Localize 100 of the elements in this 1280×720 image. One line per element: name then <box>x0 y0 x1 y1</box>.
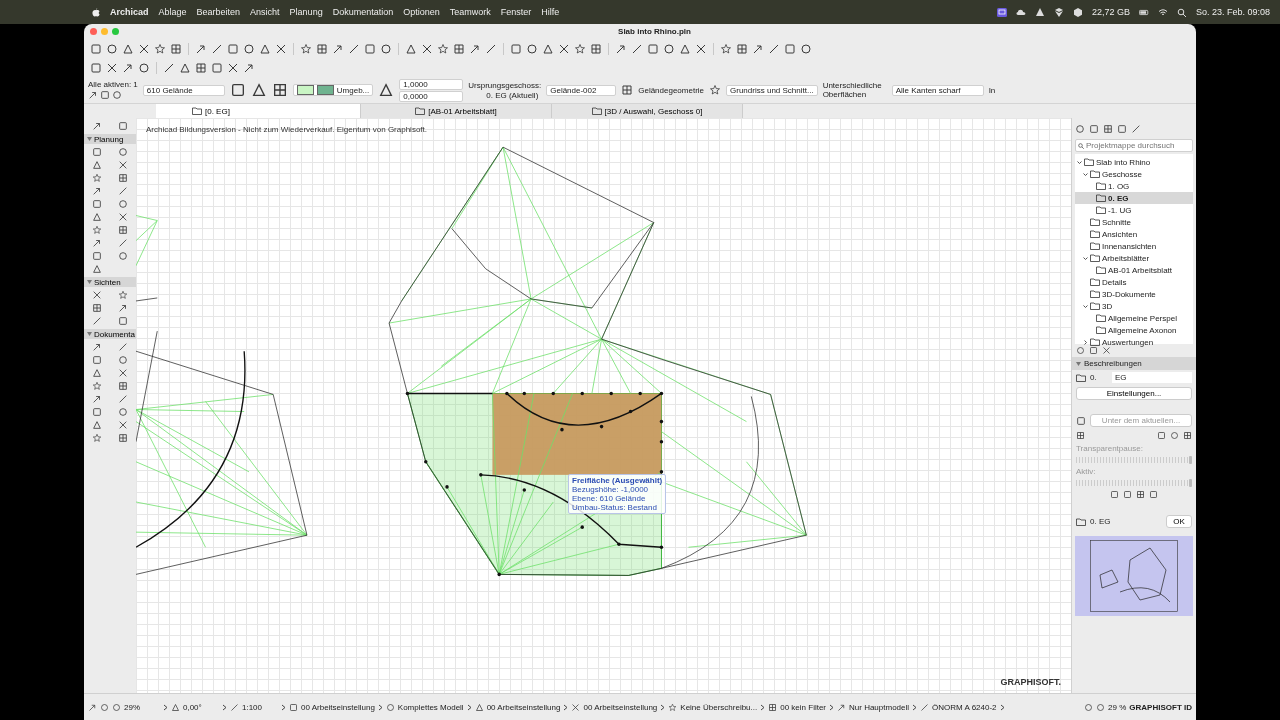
star-icon[interactable] <box>92 173 102 183</box>
tree-item[interactable]: Slab into Rhino <box>1075 156 1193 168</box>
cloud-icon[interactable] <box>1015 7 1026 17</box>
tree-item[interactable]: Arbeitsblätter <box>1075 252 1193 264</box>
star-icon[interactable] <box>154 42 166 55</box>
battery-icon[interactable] <box>1138 7 1149 17</box>
id-field[interactable]: Gelände-002 <box>546 84 617 96</box>
square-icon[interactable] <box>100 90 110 100</box>
square-icon[interactable] <box>92 147 102 157</box>
cross-icon[interactable] <box>1102 346 1111 355</box>
line-icon[interactable] <box>1131 124 1141 134</box>
square-icon[interactable] <box>92 407 102 417</box>
status-dropdown[interactable]: Keine Überschreibu... <box>680 702 766 712</box>
account-label[interactable]: GRAPHISOFT ID <box>1129 702 1192 712</box>
star-icon[interactable] <box>92 225 102 235</box>
menu-item[interactable]: Archicad <box>110 7 149 17</box>
line-icon[interactable] <box>768 42 780 55</box>
search-field[interactable]: Projektmappe durchsuch <box>1075 139 1193 152</box>
grid-icon[interactable] <box>118 173 128 183</box>
star-icon[interactable] <box>300 42 312 55</box>
menu-item[interactable]: Planung <box>289 7 323 17</box>
surfaces-label[interactable]: Unterschiedliche Oberflächen <box>822 81 887 99</box>
tree-item[interactable]: 3D <box>1075 300 1193 312</box>
line-icon[interactable] <box>211 42 223 55</box>
grid-icon[interactable] <box>118 433 128 443</box>
toolbox-section-header[interactable]: Planung <box>84 134 136 144</box>
status-dropdown[interactable]: Nur Hauptmodell <box>849 702 918 712</box>
triangle-icon[interactable] <box>405 42 417 55</box>
triangle-icon[interactable] <box>92 212 102 222</box>
layer-field[interactable]: 610 Gelände <box>142 84 225 96</box>
cross-icon[interactable] <box>571 702 581 712</box>
circle-icon[interactable] <box>243 42 255 55</box>
apple-logo-icon[interactable] <box>92 7 100 17</box>
tree-item[interactable]: Innenansichten <box>1075 240 1193 252</box>
square-icon[interactable] <box>92 355 102 365</box>
triangle-icon[interactable] <box>250 82 267 98</box>
arrow-icon[interactable] <box>92 394 102 404</box>
circle-icon[interactable] <box>526 42 538 55</box>
wifi-icon[interactable] <box>1157 7 1168 17</box>
square-icon[interactable] <box>229 82 246 98</box>
star-icon[interactable] <box>668 702 678 712</box>
grid-icon[interactable] <box>170 42 182 55</box>
square-icon[interactable] <box>1076 415 1086 426</box>
grid-icon[interactable] <box>195 61 207 74</box>
arrow-icon[interactable] <box>332 42 344 55</box>
square-icon[interactable] <box>1149 490 1158 499</box>
circle-icon[interactable] <box>800 42 812 55</box>
menu-item[interactable]: Ablage <box>158 7 187 17</box>
arrow-icon[interactable] <box>92 121 102 131</box>
line-icon[interactable] <box>118 394 128 404</box>
square-icon[interactable] <box>784 42 796 55</box>
chevron-icon[interactable] <box>1083 339 1088 345</box>
box-icon[interactable] <box>1053 7 1064 17</box>
arrow-icon[interactable] <box>122 61 134 74</box>
grid-icon[interactable] <box>92 303 102 313</box>
triangle-icon[interactable] <box>259 42 271 55</box>
arrow-icon[interactable] <box>92 342 102 352</box>
square-icon[interactable] <box>510 42 522 55</box>
tree-item[interactable]: Allgemeine Axonon <box>1075 324 1193 336</box>
chevron-icon[interactable] <box>1083 255 1088 261</box>
tree-item[interactable]: Auswertungen <box>1075 336 1193 348</box>
square-icon[interactable] <box>118 121 128 131</box>
triangle-icon[interactable] <box>542 42 554 55</box>
tree-item[interactable]: Ansichten <box>1075 228 1193 240</box>
grid-icon[interactable] <box>1103 124 1113 134</box>
grid-icon[interactable] <box>271 82 288 98</box>
grid-icon[interactable] <box>621 84 634 96</box>
arrow-icon[interactable] <box>92 186 102 196</box>
tree-item[interactable]: Geschosse <box>1075 168 1193 180</box>
slider-thumb[interactable] <box>1189 456 1192 464</box>
arrow-icon[interactable] <box>88 702 97 712</box>
view-tab[interactable]: [AB-01 Arbeitsblatt] <box>361 104 552 118</box>
square-icon[interactable] <box>647 42 659 55</box>
cone-icon[interactable] <box>1034 7 1045 17</box>
arrow-icon[interactable] <box>243 61 255 74</box>
arrow-icon[interactable] <box>88 90 98 100</box>
grid-icon[interactable] <box>118 225 128 235</box>
status-dropdown[interactable]: 00 Arbeitseinstellung <box>486 702 569 712</box>
cross-icon[interactable] <box>106 61 118 74</box>
menubar-clock[interactable]: So. 23. Feb. 09:08 <box>1195 7 1270 17</box>
square-icon[interactable] <box>1157 431 1166 440</box>
section-header[interactable]: Beschreibungen <box>1072 357 1196 370</box>
zoom-field[interactable]: 29% <box>124 702 168 712</box>
status-dropdown[interactable]: Komplettes Modell <box>397 702 472 712</box>
circle-icon[interactable] <box>380 42 392 55</box>
star-icon[interactable] <box>92 433 102 443</box>
triangle-icon[interactable] <box>679 42 691 55</box>
arrow-icon[interactable] <box>92 238 102 248</box>
arrow-icon[interactable] <box>195 42 207 55</box>
menu-item[interactable]: Optionen <box>403 7 440 17</box>
cross-icon[interactable] <box>695 42 707 55</box>
square-icon[interactable] <box>1123 490 1132 499</box>
toolbox-section-header[interactable]: Dokumenta <box>84 329 136 339</box>
tree-item[interactable]: AB-01 Arbeitsblatt <box>1075 264 1193 276</box>
arrow-icon[interactable] <box>469 42 481 55</box>
edges-dropdown[interactable]: Alle Kanten scharf <box>891 84 984 96</box>
tree-item[interactable]: 1. OG <box>1075 180 1193 192</box>
menu-item[interactable]: Dokumentation <box>332 7 394 17</box>
menu-item[interactable]: Ansicht <box>250 7 280 17</box>
number-field[interactable]: 1,0000 <box>399 78 464 90</box>
